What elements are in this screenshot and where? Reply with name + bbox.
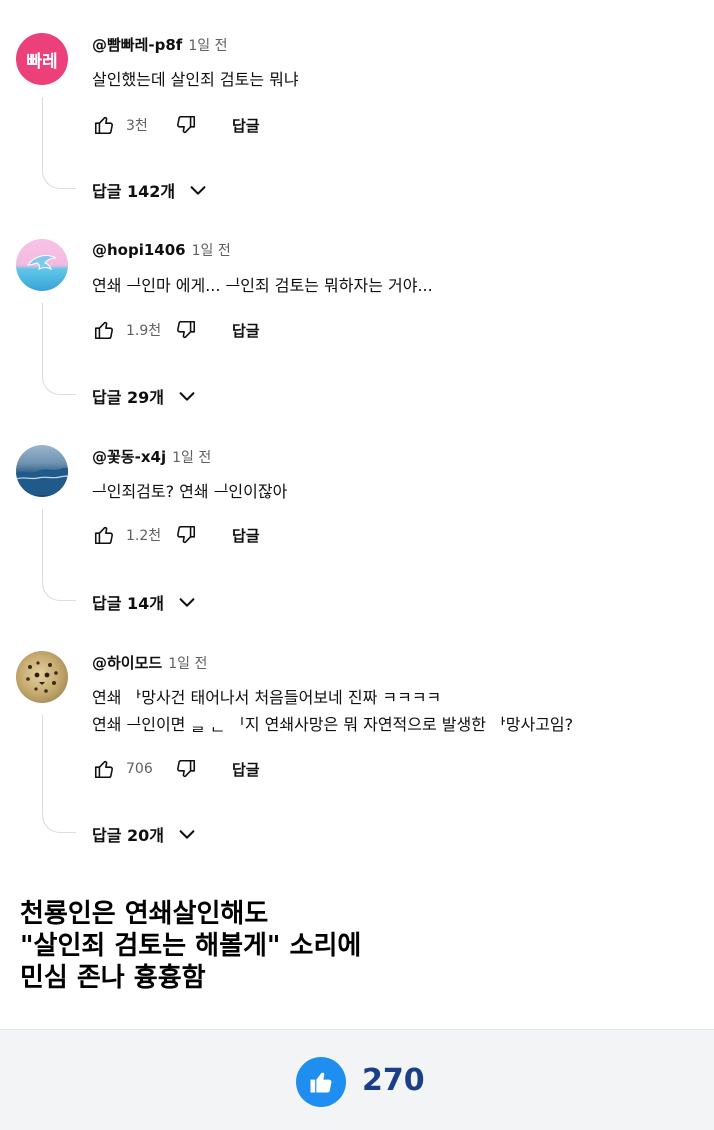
replies-count: 답글 142개 <box>92 182 176 201</box>
comment-text: 연쇄 ᅡ망사건 태어나서 처음들어보네 진짜 ㅋㅋㅋㅋ 연쇄 ᆜ인이면 ᆯ ᆫ … <box>92 684 573 738</box>
avatar[interactable] <box>16 651 68 703</box>
thumbs-down-icon <box>177 115 196 134</box>
comment-actions: 706 답글 <box>92 755 260 783</box>
comment-time[interactable]: 1일 전 <box>192 243 231 259</box>
comment-text: ᆜ인죄검토? 연쇄 ᆜ인이잖아 <box>92 478 287 505</box>
comment-line: 연쇄 ᆜ인이면 ᆯ ᆫ ᅵ지 연쇄사망은 뭐 자연적으로 발생한 ᅡ망사고임? <box>92 715 574 734</box>
comment-text: 살인했는데 살인죄 검토는 뭐냐 <box>92 66 299 93</box>
comment-header: @hopi1406 1일 전 <box>92 240 231 260</box>
dislike-button[interactable] <box>174 757 198 781</box>
like-button[interactable] <box>92 757 116 781</box>
like-button[interactable] <box>92 318 116 342</box>
thread-line <box>42 509 76 601</box>
comment-line: ᆜ인죄검토? 연쇄 ᆜ인이잖아 <box>92 482 288 501</box>
dolphin-icon <box>27 255 57 270</box>
thread-line <box>42 303 76 395</box>
replies-count: 답글 29개 <box>92 388 164 407</box>
like-button[interactable] <box>92 113 116 137</box>
reply-button[interactable]: 답글 <box>232 115 260 136</box>
comment-time[interactable]: 1일 전 <box>188 38 227 54</box>
recommend-count: 270 <box>362 1063 425 1098</box>
replies-count: 답글 14개 <box>92 594 164 613</box>
thumbs-down-icon <box>177 320 196 339</box>
chevron-down-icon <box>176 385 198 407</box>
replies-toggle[interactable]: 답글 29개 <box>92 384 198 408</box>
like-count: 1.2천 <box>126 528 162 544</box>
dislike-button[interactable] <box>174 318 198 342</box>
comment-time[interactable]: 1일 전 <box>168 656 207 672</box>
sea-wave-icon <box>16 467 68 495</box>
comment-header: @빰빠레-p8f 1일 전 <box>92 34 227 55</box>
replies-toggle[interactable]: 답글 14개 <box>92 590 198 614</box>
thread-line <box>42 97 76 189</box>
thread-line <box>42 715 76 833</box>
like-count: 706 <box>126 761 153 777</box>
comment-author[interactable]: @꽃동-x4j <box>92 448 166 466</box>
comment-author[interactable]: @하이모드 <box>92 654 162 672</box>
replies-count: 답글 20개 <box>92 826 164 845</box>
replies-toggle[interactable]: 답글 20개 <box>92 822 198 846</box>
comment-header: @하이모드 1일 전 <box>92 652 207 673</box>
thumbs-down-icon <box>177 525 196 544</box>
comment-line: 살인했는데 살인죄 검토는 뭐냐 <box>92 70 299 89</box>
thumbs-up-icon <box>310 1072 332 1093</box>
comment-actions: 3천 답글 <box>92 111 260 139</box>
cheetah-icon <box>26 661 58 693</box>
comment-line: 연쇄 ᆜ인마 에게... ᆜ인죄 검토는 뭐하자는 거야... <box>92 276 433 295</box>
avatar-text: 빠레 <box>26 51 58 72</box>
replies-toggle[interactable]: 답글 142개 <box>92 178 209 202</box>
avatar[interactable] <box>16 239 68 291</box>
comment-author[interactable]: @빰빠레-p8f <box>92 36 182 54</box>
recommend-button[interactable] <box>296 1057 346 1107</box>
comment-actions: 1.2천 답글 <box>92 521 260 549</box>
thumbs-down-icon <box>177 759 196 778</box>
dislike-button[interactable] <box>174 523 198 547</box>
post-caption: 천룡인은 연쇄살인해도 "살인죄 검토는 해볼게" 소리에 민심 존나 흉흉함 <box>20 898 361 994</box>
comment-author[interactable]: @hopi1406 <box>92 241 186 259</box>
like-count: 3천 <box>126 118 148 134</box>
comment-text: 연쇄 ᆜ인마 에게... ᆜ인죄 검토는 뭐하자는 거야... <box>92 272 433 299</box>
caption-line: 천룡인은 연쇄살인해도 <box>20 899 269 929</box>
avatar[interactable] <box>16 445 68 497</box>
dislike-button[interactable] <box>174 113 198 137</box>
like-count: 1.9천 <box>126 323 162 339</box>
chevron-down-icon <box>187 179 209 201</box>
chevron-down-icon <box>176 823 198 845</box>
reply-button[interactable]: 답글 <box>232 320 260 341</box>
reply-button[interactable]: 답글 <box>232 759 260 780</box>
comment-actions: 1.9천 답글 <box>92 316 260 344</box>
caption-line: 민심 존나 흉흉함 <box>20 963 206 993</box>
thumbs-up-icon <box>94 116 113 135</box>
avatar[interactable]: 빠레 <box>16 33 68 85</box>
comment-time[interactable]: 1일 전 <box>172 450 211 466</box>
comment-line: 연쇄 ᅡ망사건 태어나서 처음들어보네 진짜 ㅋㅋㅋㅋ <box>92 688 442 707</box>
comment-header: @꽃동-x4j 1일 전 <box>92 446 211 467</box>
thumbs-up-icon <box>94 760 113 779</box>
like-button[interactable] <box>92 523 116 547</box>
thumbs-up-icon <box>94 526 113 545</box>
chevron-down-icon <box>176 591 198 613</box>
reply-button[interactable]: 답글 <box>232 525 260 546</box>
caption-line: "살인죄 검토는 해볼게" 소리에 <box>20 931 362 961</box>
thumbs-up-icon <box>94 321 113 340</box>
recommend-bar: 270 <box>0 1029 714 1130</box>
